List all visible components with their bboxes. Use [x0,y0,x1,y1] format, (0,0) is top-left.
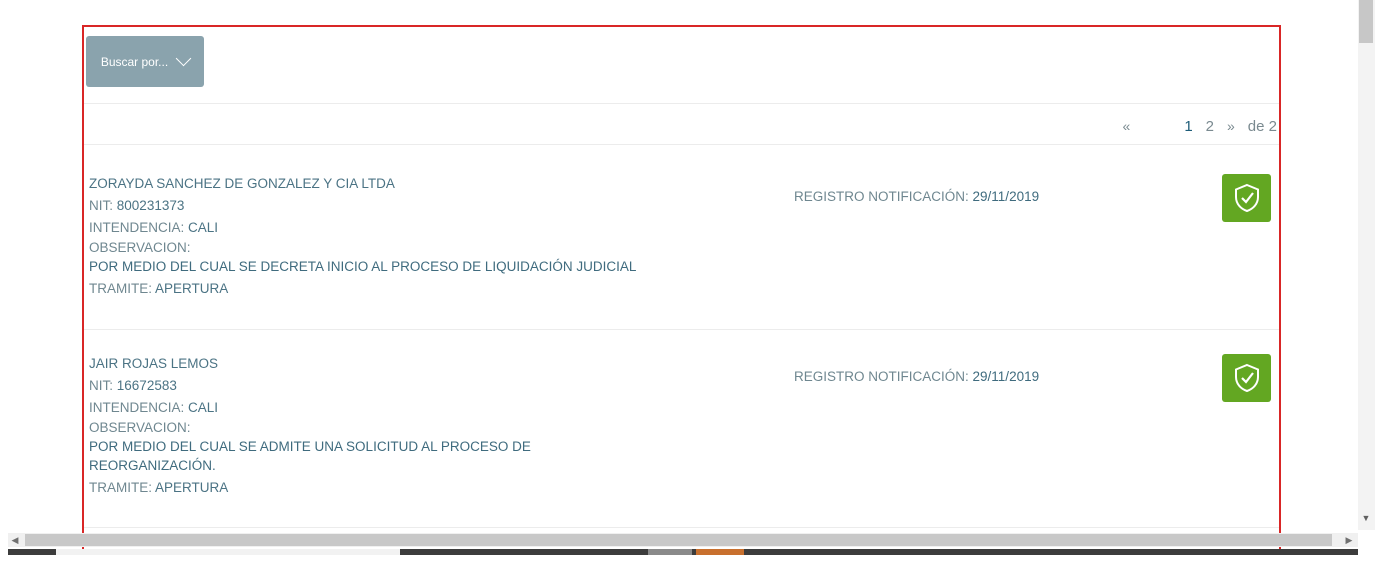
registro-label: REGISTRO NOTIFICACIÓN: [794,189,969,204]
divider [84,144,1279,145]
vertical-scrollbar[interactable] [1358,0,1375,530]
registro-notificacion: REGISTRO NOTIFICACIÓN: 29/11/2019 [794,369,1039,384]
registro-value: 29/11/2019 [972,189,1040,204]
chevron-down-icon [175,50,192,67]
scroll-right-icon[interactable]: ▶ [1342,533,1356,547]
tramite-value: APERTURA [155,480,229,495]
registro-value: 29/11/2019 [972,369,1040,384]
taskbar-segment [648,549,692,555]
company-name: ZORAYDA SANCHEZ DE GONZALEZ Y CIA LTDA [89,176,395,191]
shield-check-icon [1234,183,1259,213]
tramite-label: TRAMITE: [89,480,152,495]
taskbar-strip [8,549,1358,555]
top-strip [0,0,1360,6]
nit-label: NIT: [89,198,114,213]
intendencia-value: CALI [188,220,219,235]
pagination-page-2[interactable]: 2 [1206,118,1214,135]
search-by-label: Buscar por... [100,54,169,69]
intendencia-label: INTENDENCIA: [89,400,185,415]
registro-label: REGISTRO NOTIFICACIÓN: [794,369,969,384]
nit-value: 800231373 [116,198,185,213]
shield-check-icon [1234,363,1259,393]
divider [84,103,1279,104]
taskbar-segment [56,549,400,555]
list-item: JAIR ROJAS LEMOS NIT: 16672583 INTENDENC… [89,353,1279,499]
header-fragment [270,0,500,3]
pagination: « 1 2 » de 2 [1123,115,1277,137]
nit-value: 16672583 [116,378,177,393]
observacion-label: OBSERVACION: [89,240,191,255]
pagination-total: de 2 [1247,117,1277,135]
results-panel: Buscar por... « 1 2 » de 2 ZORAYDA SANCH… [82,25,1281,555]
nit-label: NIT: [89,378,114,393]
scroll-down-icon[interactable]: ▼ [1360,513,1372,525]
verify-badge-button[interactable] [1222,174,1271,222]
intendencia-label: INTENDENCIA: [89,220,185,235]
taskbar-segment [696,549,744,555]
company-name: JAIR ROJAS LEMOS [89,356,219,371]
verify-badge-button[interactable] [1222,354,1271,402]
horizontal-scrollbar-thumb[interactable] [25,534,1332,546]
pagination-prev[interactable]: « [1123,118,1131,134]
observacion-label: OBSERVACION: [89,420,191,435]
observacion-value: POR MEDIO DEL CUAL SE DECRETA INICIO AL … [89,259,637,274]
vertical-scrollbar-thumb[interactable] [1359,0,1373,43]
registro-notificacion: REGISTRO NOTIFICACIÓN: 29/11/2019 [794,189,1039,204]
divider [84,329,1279,330]
tramite-value: APERTURA [155,281,229,296]
scroll-left-icon[interactable]: ◀ [8,533,22,547]
observacion-value: POR MEDIO DEL CUAL SE ADMITE UNA SOLICIT… [89,439,531,473]
pagination-next[interactable]: » [1227,118,1235,134]
search-by-dropdown[interactable]: Buscar por... [86,36,204,87]
pagination-page-1[interactable]: 1 [1184,118,1192,135]
list-item: ZORAYDA SANCHEZ DE GONZALEZ Y CIA LTDA N… [89,173,1279,300]
intendencia-value: CALI [188,400,219,415]
tramite-label: TRAMITE: [89,281,152,296]
divider [84,527,1279,528]
